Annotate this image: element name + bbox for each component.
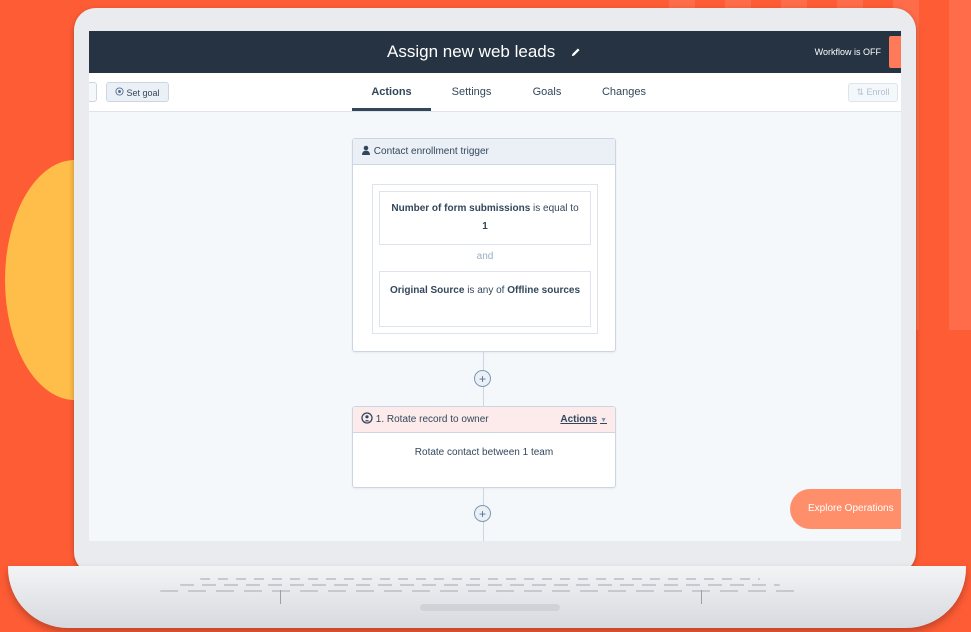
filter-property: Original Source xyxy=(389,285,465,296)
plus-icon: + xyxy=(478,507,486,521)
filter-operator: is equal to xyxy=(533,203,579,214)
filter-original-source[interactable]: Original Source is any of Offline source… xyxy=(379,271,591,327)
explore-operations-button[interactable]: Explore Operations xyxy=(790,489,901,529)
contact-icon xyxy=(361,145,374,157)
workflow-toggle-button[interactable] xyxy=(889,36,901,68)
target-icon xyxy=(115,84,124,102)
trigger-header: Contact enrollment trigger xyxy=(353,139,615,165)
chevron-down-icon: ▼ xyxy=(600,417,607,424)
enroll-button[interactable]: ⇅ Enroll xyxy=(848,83,898,102)
action-title: 1. Rotate record to owner xyxy=(375,414,489,425)
pencil-icon[interactable] xyxy=(570,32,581,74)
filter-operator: is any of xyxy=(467,285,505,296)
laptop-notch xyxy=(420,604,560,611)
workflow-editor-screen: Assign new web leads Workflow is OFF Set… xyxy=(89,31,901,541)
plus-icon: + xyxy=(478,372,486,386)
workflow-title-text: Assign new web leads xyxy=(387,42,556,61)
actions-menu-label: Actions xyxy=(560,414,598,425)
action-description: Rotate contact between 1 team xyxy=(414,447,554,458)
enroll-icon: ⇅ xyxy=(856,87,864,97)
and-joiner: and xyxy=(476,251,494,262)
enroll-label: Enroll xyxy=(866,87,890,97)
action-header: 1. Rotate record to owner Actions ▼ xyxy=(353,407,615,433)
rotate-owner-action-card[interactable]: 1. Rotate record to owner Actions ▼ Rotat… xyxy=(352,406,616,488)
tab-changes[interactable]: Changes xyxy=(589,73,659,111)
filter-form-submissions[interactable]: Number of form submissions is equal to 1 xyxy=(379,191,591,245)
laptop-trackpad xyxy=(280,590,702,604)
active-tab-indicator xyxy=(352,108,431,111)
filter-value: 1 xyxy=(482,221,488,232)
tab-actions[interactable]: Actions xyxy=(352,73,431,111)
tab-goals[interactable]: Goals xyxy=(514,73,580,111)
back-button[interactable] xyxy=(89,82,97,102)
enrollment-trigger-card[interactable]: Contact enrollment trigger Number of for… xyxy=(352,138,616,352)
top-bar: Assign new web leads Workflow is OFF xyxy=(89,31,901,73)
tab-settings[interactable]: Settings xyxy=(439,73,504,111)
rotate-owner-icon xyxy=(361,412,376,425)
workflow-title[interactable]: Assign new web leads xyxy=(89,31,879,73)
filter-property: Number of form submissions xyxy=(391,203,531,214)
actions-menu[interactable]: Actions ▼ xyxy=(560,407,607,434)
set-goal-button[interactable]: Set goal xyxy=(106,82,169,102)
trigger-title: Contact enrollment trigger xyxy=(373,146,489,157)
workflow-status: Workflow is OFF xyxy=(814,47,881,57)
add-action-button[interactable]: + xyxy=(474,505,491,522)
set-goal-label: Set goal xyxy=(126,87,160,98)
filter-value: Offline sources xyxy=(507,285,581,296)
add-action-button[interactable]: + xyxy=(474,370,491,387)
filter-group: Number of form submissions is equal to 1… xyxy=(372,184,598,334)
